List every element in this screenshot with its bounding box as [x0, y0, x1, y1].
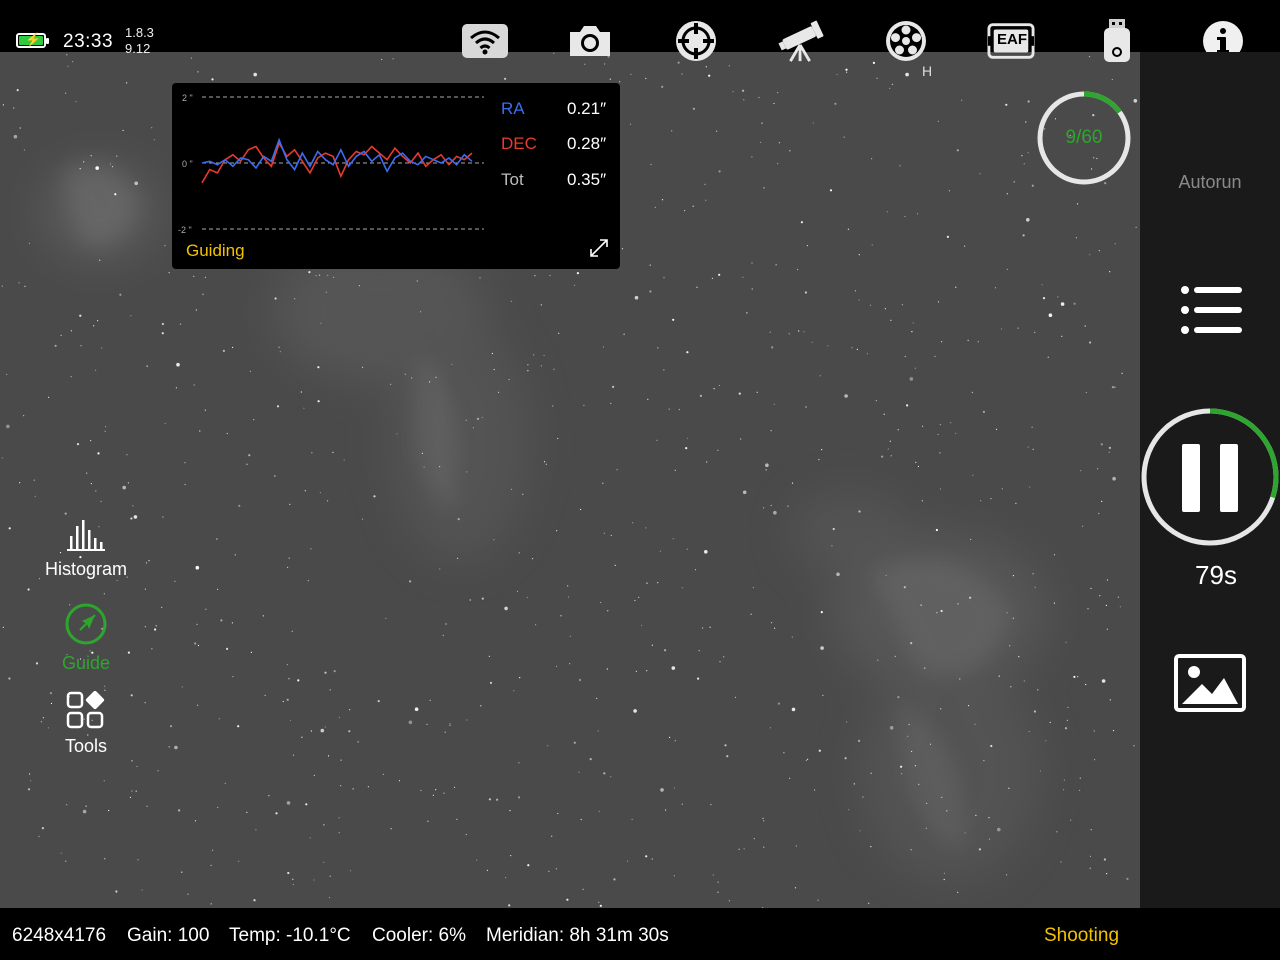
charging-bolt-icon: ⚡ — [25, 32, 42, 47]
guide-button[interactable]: Guide — [30, 602, 142, 674]
bottom-status-bar: 6248x4176 Gain: 100 Temp: -10.1°C Cooler… — [0, 908, 1280, 960]
sequence-counter: 9/60 — [1065, 127, 1103, 148]
top-toolbar: ⚡ 23:33 1.8.3 9.12 H EAF — [0, 0, 1280, 79]
tools-grid-icon — [66, 690, 105, 729]
filter-current-label: H — [922, 63, 933, 79]
camera-gain: Gain: 100 — [127, 925, 210, 946]
autorun-button[interactable]: Autorun — [1140, 172, 1280, 193]
pause-exposure-button[interactable] — [1140, 406, 1280, 548]
dec-label: DEC — [501, 134, 537, 153]
meridian-countdown: Meridian: 8h 31m 30s — [486, 925, 669, 946]
focuser-target-icon[interactable] — [672, 18, 720, 64]
histogram-label: Histogram — [44, 559, 128, 579]
filter-wheel-icon[interactable] — [882, 18, 930, 64]
tools-label: Tools — [64, 736, 108, 756]
guide-compass-icon — [65, 603, 107, 645]
clock-time: 23:33 — [63, 31, 114, 52]
usb-storage-icon[interactable] — [1093, 18, 1141, 64]
image-resolution: 6248x4176 — [12, 925, 107, 946]
device-state: Shooting — [1044, 925, 1120, 946]
list-icon — [1181, 286, 1242, 334]
dec-value: 0.28″ — [567, 134, 607, 153]
pause-icon — [1141, 408, 1279, 546]
eaf-label: EAF — [997, 31, 1027, 48]
wifi-icon[interactable] — [461, 18, 509, 64]
guiding-graph: 2 " 0 " -2 " — [178, 93, 484, 235]
battery-icon: ⚡ — [16, 32, 49, 48]
ra-label: RA — [501, 99, 525, 118]
cooler-power: Cooler: 6% — [372, 925, 466, 946]
telescope-icon[interactable] — [777, 18, 825, 64]
histogram-button[interactable]: Histogram — [30, 518, 142, 580]
exposure-remaining: 79s — [1195, 560, 1237, 590]
guide-label: Guide — [61, 653, 111, 673]
total-label: Tot — [501, 170, 524, 189]
sensor-temperature: Temp: -10.1°C — [229, 925, 351, 946]
ra-value: 0.21″ — [567, 99, 607, 118]
eaf-icon[interactable]: EAF — [987, 18, 1035, 64]
expand-icon[interactable] — [588, 237, 610, 259]
scale-top-label: 2 " — [182, 93, 193, 103]
scale-bottom-label: -2 " — [178, 225, 192, 235]
image-gallery-icon — [1174, 654, 1246, 712]
scale-mid-label: 0 " — [182, 159, 193, 169]
guiding-title: Guiding — [186, 241, 245, 260]
camera-icon[interactable] — [566, 18, 614, 64]
histogram-icon — [67, 520, 105, 551]
gallery-button[interactable] — [1174, 654, 1246, 712]
guiding-panel[interactable]: 2 " 0 " -2 " RA 0.21″ DEC 0.28″ Tot 0.35… — [172, 83, 620, 269]
firmware-version: 9.12 — [125, 41, 151, 56]
sequence-list-button[interactable] — [1178, 284, 1244, 336]
app-version: 1.8.3 — [125, 25, 154, 40]
tools-button[interactable]: Tools — [30, 690, 142, 757]
total-value: 0.35″ — [567, 170, 607, 189]
